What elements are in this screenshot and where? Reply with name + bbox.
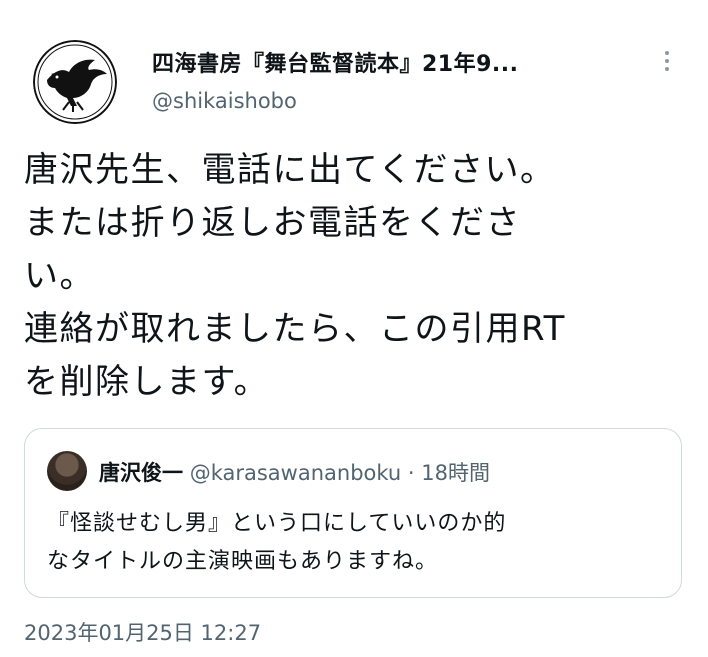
tweet-line: または折り返しお電話をくださ [24,203,521,243]
tweet-line: い。 [24,256,95,296]
more-options-icon[interactable] [655,44,679,78]
dot [665,59,669,63]
quoted-tweet-header: 唐沢俊一 @karasawananboku · 18時間 [99,457,490,487]
crow-logo-icon [33,40,117,124]
author-avatar[interactable] [33,40,117,124]
quoted-tweet-line: なタイトルの主演映画もありますね。 [47,549,439,574]
quoted-tweet-text: 『怪談せむし男』という口にしていいのか的 なタイトルの主演映画もありますね。 [47,505,667,581]
tweet-line: を削除します。 [24,362,270,402]
quoted-tweet-card[interactable]: 唐沢俊一 @karasawananboku · 18時間 『怪談せむし男』という… [24,428,682,598]
quoted-author-name: 唐沢俊一 [99,461,183,485]
tweet-line: 唐沢先生、電話に出てください。 [24,150,556,190]
dot [665,67,669,71]
quoted-author-handle: @karasawananboku [189,461,402,485]
tweet-line: 連絡が取れましたら、この引用RT [24,309,566,349]
quoted-author-avatar[interactable] [47,451,87,491]
author-display-name[interactable]: 四海書房『舞台監督読本』21年9... [152,46,519,78]
quoted-tweet-time: 18時間 [421,461,490,485]
dot [665,51,669,55]
quoted-tweet-line: 『怪談せむし男』という口にしていいのか的 [47,511,507,536]
tweet-timestamp[interactable]: 2023年01月25日 12:27 [24,617,261,647]
author-handle[interactable]: @shikaishobo [152,89,297,113]
separator: · [407,461,415,485]
tweet-text: 唐沢先生、電話に出てください。 または折り返しお電話をくださ い。 連絡が取れま… [24,144,684,409]
